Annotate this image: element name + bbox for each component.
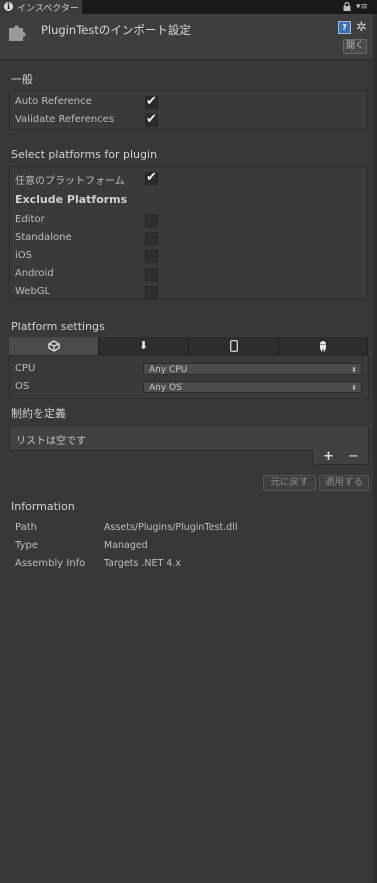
os-dropdown[interactable]: Any OS ⬍ [143, 381, 362, 393]
dropdown-arrow-icon: ⬍ [351, 366, 357, 374]
info-path-key: Path [15, 522, 37, 533]
tab-menu-icon[interactable]: ▾≡ [356, 2, 368, 12]
inspector-header: PluginTestのインポート設定 ? ✲ 開く [0, 14, 377, 60]
auto-reference-label: Auto Reference [15, 96, 92, 107]
tab-inspector[interactable]: i インスペクター [0, 0, 83, 14]
platforms-heading: Select platforms for plugin [11, 148, 158, 161]
tab-strip: i インスペクター ▾≡ [0, 0, 377, 14]
auto-reference-checkbox[interactable] [145, 94, 158, 109]
constraints-list: リストは空です [9, 425, 369, 451]
validate-references-label: Validate References [15, 114, 115, 125]
general-panel: Auto Reference Validate References [9, 90, 368, 130]
info-assembly-key: Assembly Info [15, 558, 86, 569]
revert-button[interactable]: 元に戻す [263, 475, 316, 491]
cpu-dropdown[interactable]: Any CPU ⬍ [143, 363, 362, 375]
scrollbar[interactable] [373, 14, 377, 883]
add-constraint-button[interactable]: + [323, 449, 334, 464]
constraints-heading: 制約を定義 [11, 407, 66, 420]
exclude-webgl-label: WebGL [15, 286, 51, 297]
exclude-standalone-checkbox[interactable] [145, 232, 158, 245]
tab-mobile[interactable] [189, 337, 279, 355]
exclude-standalone-label: Standalone [15, 232, 72, 243]
exclude-android-label: Android [15, 268, 54, 279]
platform-settings-heading: Platform settings [11, 320, 105, 333]
tab-unity[interactable] [9, 337, 99, 355]
info-icon: i [4, 2, 13, 11]
exclude-android-checkbox[interactable] [145, 268, 158, 281]
info-path-value: Assets/Plugins/PluginTest.dll [104, 522, 238, 533]
tab-inspector-label: インスペクター [17, 4, 79, 14]
gear-icon[interactable]: ✲ [356, 20, 367, 35]
os-value: Any OS [149, 383, 182, 393]
exclude-editor-checkbox[interactable] [145, 214, 158, 227]
any-platform-checkbox[interactable] [145, 170, 158, 185]
info-assembly-value: Targets .NET 4.x [104, 558, 181, 569]
general-heading: 一般 [11, 73, 33, 86]
cpu-label: CPU [15, 363, 36, 374]
exclude-platforms-heading: Exclude Platforms [15, 193, 128, 206]
info-type-value: Managed [104, 540, 148, 551]
exclude-ios-label: iOS [15, 250, 32, 261]
info-type-key: Type [15, 540, 38, 551]
constraints-footer: + − [312, 449, 369, 465]
mobile-icon [229, 340, 238, 352]
help-icon[interactable]: ? [338, 21, 351, 34]
tab-android[interactable] [279, 337, 368, 355]
exclude-ios-checkbox[interactable] [145, 250, 158, 263]
tab-standalone[interactable]: ⬇ [99, 337, 189, 355]
plugin-puzzle-icon [9, 25, 26, 41]
android-icon [320, 341, 326, 352]
dropdown-arrow-icon: ⬍ [351, 384, 357, 392]
any-platform-label: 任意のプラットフォーム [15, 176, 125, 187]
validate-references-checkbox[interactable] [145, 112, 158, 127]
page-title: PluginTestのインポート設定 [41, 23, 191, 37]
unity-icon [47, 340, 60, 352]
exclude-editor-label: Editor [15, 214, 45, 225]
lock-icon[interactable] [343, 2, 351, 11]
apply-button[interactable]: 適用する [319, 475, 369, 491]
exclude-webgl-checkbox[interactable] [145, 286, 158, 299]
information-heading: Information [11, 500, 75, 513]
cpu-value: Any CPU [149, 365, 188, 375]
remove-constraint-button[interactable]: − [348, 449, 359, 464]
os-label: OS [15, 381, 30, 392]
download-icon: ⬇ [138, 339, 149, 352]
platforms-panel: 任意のプラットフォーム Exclude Platforms Editor Sta… [9, 166, 368, 300]
platform-settings-panel: CPU Any CPU ⬍ OS Any OS ⬍ [9, 355, 369, 399]
open-button[interactable]: 開く [343, 39, 367, 54]
constraints-empty-text: リストは空です [16, 436, 86, 447]
